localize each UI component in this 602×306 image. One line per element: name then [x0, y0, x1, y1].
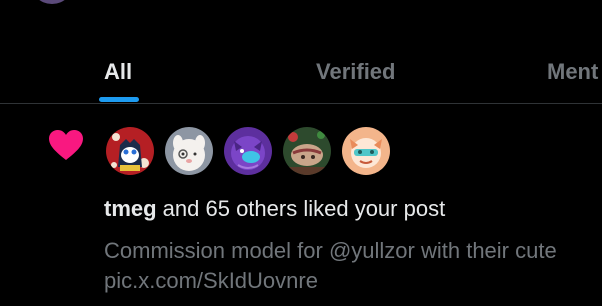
active-tab-indicator — [99, 97, 139, 102]
tab-all[interactable]: All — [104, 40, 132, 103]
tab-verified[interactable]: Verified — [316, 40, 395, 103]
notifications-tabs: All Verified Ment — [0, 40, 602, 103]
avatar[interactable] — [222, 125, 274, 177]
account-avatar-peek[interactable] — [30, 0, 74, 4]
avatar[interactable] — [163, 125, 215, 177]
post-preview-line: Commission model for @yullzor with their… — [104, 238, 557, 263]
post-preview-link[interactable]: pic.x.com/SkIdUovnre — [104, 266, 602, 296]
avatar[interactable] — [104, 125, 156, 177]
avatar[interactable] — [340, 125, 392, 177]
tabs-divider — [0, 103, 602, 104]
heart-icon — [49, 130, 83, 160]
tab-mentions[interactable]: Ment — [547, 40, 598, 103]
post-preview[interactable]: Commission model for @yullzor with their… — [104, 236, 602, 296]
liker-username[interactable]: tmeg — [104, 196, 157, 221]
like-summary-text: and 65 others liked your post — [156, 196, 446, 221]
avatar[interactable] — [281, 125, 333, 177]
like-summary: tmeg and 65 others liked your post — [104, 196, 445, 222]
